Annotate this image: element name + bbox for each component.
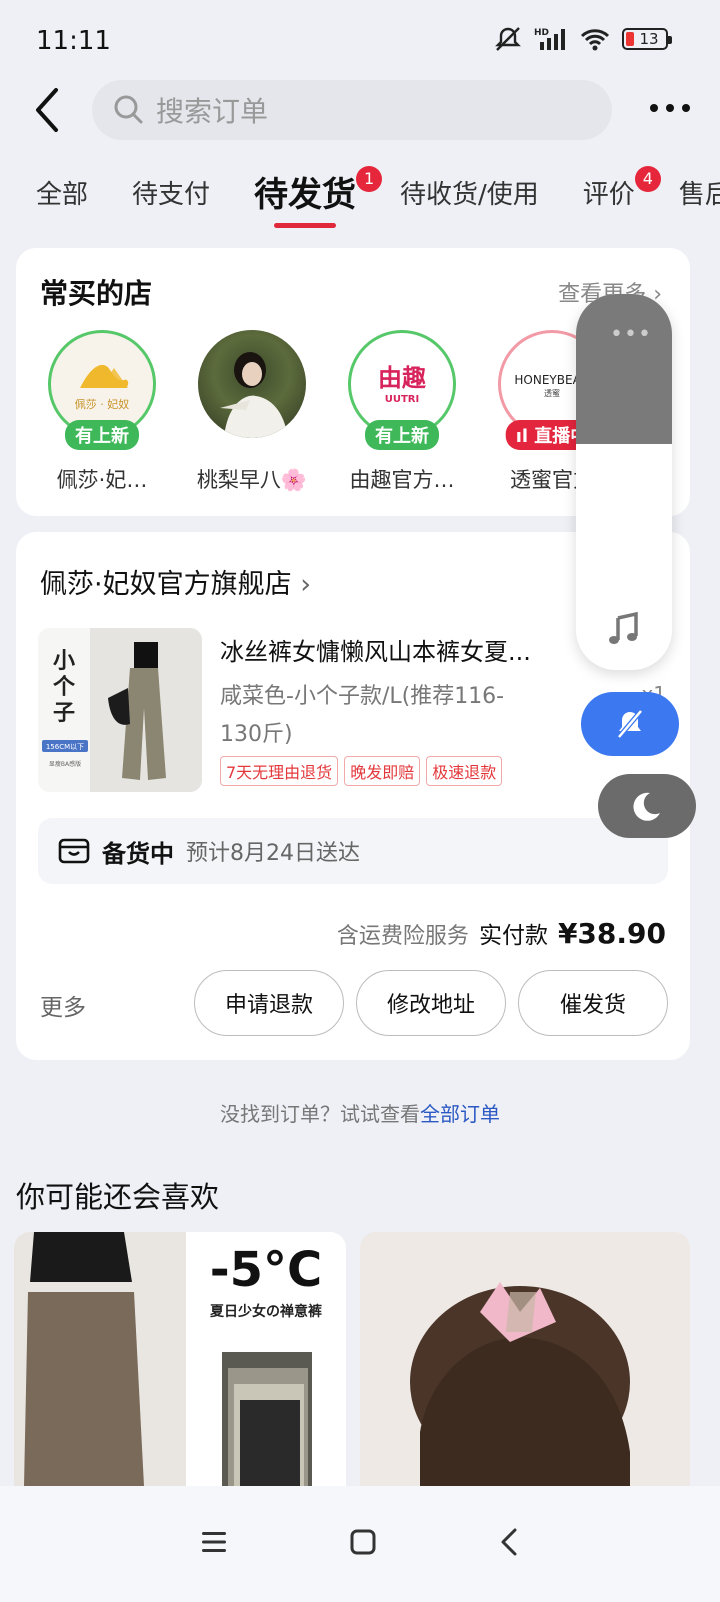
home-icon: [350, 1529, 376, 1555]
status-bar: 11:11 HD 13: [0, 0, 720, 84]
svg-text:子: 子: [53, 701, 75, 726]
recommend-title: 你可能还会喜欢: [16, 1180, 220, 1214]
svg-text:HD: HD: [534, 28, 549, 38]
urge-shipment-button[interactable]: 催发货: [518, 970, 668, 1036]
service-tag: 极速退款: [426, 756, 503, 786]
tab-pending-shipment[interactable]: 待发货 1: [254, 166, 383, 228]
wifi-icon: [580, 27, 610, 51]
new-arrival-tag: 有上新: [365, 420, 439, 450]
shop-item[interactable]: 桃梨早八🌸: [192, 330, 312, 494]
live-icon: ıl: [515, 426, 535, 447]
panel-handle[interactable]: [576, 294, 672, 444]
tab-pending-payment[interactable]: 待支付: [132, 170, 210, 220]
status-label: 备货中: [102, 839, 174, 868]
svg-text:显瘦BA感版: 显瘦BA感版: [49, 760, 81, 768]
svg-text:UUTRI: UUTRI: [385, 394, 419, 405]
svg-text:个: 个: [53, 675, 76, 700]
chevron-left-icon: [36, 88, 58, 132]
dot-icon: [650, 104, 658, 112]
payment-summary: 含运费险服务 实付款 ¥38.90: [337, 916, 666, 950]
back-button[interactable]: [30, 86, 66, 134]
paid-amount: ¥38.90: [557, 917, 666, 950]
package-icon: [58, 838, 90, 864]
svg-text:夏日少女の禅意裤: 夏日少女の禅意裤: [210, 1303, 322, 1320]
bell-off-icon: [617, 709, 643, 739]
drag-dots-icon: •••: [610, 322, 652, 347]
delivery-eta: 预计8月24日送达: [186, 841, 360, 866]
paid-label: 实付款: [478, 923, 548, 949]
not-found-hint: 没找到订单？试试查看全部订单: [220, 1102, 500, 1126]
tab-badge: 1: [356, 166, 383, 192]
svg-text:-5°C: -5°C: [210, 1242, 323, 1298]
system-nav-bar: [0, 1486, 720, 1602]
shop-item[interactable]: 由趣 UUTRI 有上新 由趣官方…: [342, 330, 462, 494]
service-tag: 晚发即赔: [344, 756, 421, 786]
mute-toggle[interactable]: [581, 692, 679, 756]
status-icons: HD 13: [494, 26, 672, 52]
order-list-page: 11:11 HD 13 搜索订单 全部 待支付 待发货 1 待收货/使用 评价 4 …: [0, 0, 720, 1602]
new-arrival-tag: 有上新: [65, 420, 139, 450]
chevron-right-icon: ›: [300, 569, 311, 600]
tab-pending-receipt[interactable]: 待收货/使用: [400, 170, 539, 220]
insurance-note: 含运费险服务: [336, 924, 469, 949]
moon-icon: [633, 792, 660, 821]
svg-text:156CM以下: 156CM以下: [46, 743, 84, 751]
menu-nav-button[interactable]: [200, 1529, 228, 1559]
night-mode-toggle[interactable]: [598, 774, 696, 838]
battery-icon: 13: [622, 28, 672, 50]
home-nav-button[interactable]: [349, 1528, 377, 1560]
shop-logo: 由趣 UUTRI 有上新: [348, 330, 456, 450]
shop-avatar: [198, 330, 306, 438]
shipping-status[interactable]: 备货中 预计8月24日送达: [38, 818, 668, 884]
tab-after-sales[interactable]: 售后: [679, 170, 720, 220]
svg-text:佩莎 · 妃奴: 佩莎 · 妃奴: [75, 397, 130, 411]
product-image[interactable]: 小 个 子 156CM以下 显瘦BA感版: [38, 628, 202, 792]
back-nav-button[interactable]: [498, 1527, 520, 1561]
order-actions: 申请退款 修改地址 催发货: [194, 970, 668, 1036]
product-spec: 咸菜色-小个子款/L(推荐116-130斤): [220, 684, 505, 747]
tab-badge: 4: [634, 166, 661, 192]
request-refund-button[interactable]: 申请退款: [194, 970, 344, 1036]
shop-name: 桃梨早八🌸: [196, 468, 308, 492]
order-tabs: 全部 待支付 待发货 1 待收货/使用 评价 4 售后: [36, 166, 720, 228]
shop-name: 由趣官方…: [349, 468, 455, 492]
shop-name: 佩莎·妃…: [56, 468, 148, 492]
svg-text:由趣: 由趣: [378, 364, 427, 392]
menu-icon: [202, 1532, 227, 1552]
svg-text:透蜜: 透蜜: [544, 388, 560, 398]
tab-review[interactable]: 评价 4: [583, 166, 661, 220]
music-icon[interactable]: [606, 611, 642, 652]
mute-status-icon: [494, 26, 522, 52]
service-tags: 7天无理由退货 晚发即赔 极速退款: [220, 756, 503, 786]
search-icon: [114, 95, 143, 124]
dot-icon: [666, 104, 674, 112]
recommend-item[interactable]: [360, 1232, 690, 1486]
search-placeholder: 搜索订单: [156, 95, 269, 128]
service-tag: 7天无理由退货: [220, 756, 339, 786]
tab-all[interactable]: 全部: [36, 170, 88, 220]
dot-icon: [682, 104, 690, 112]
search-input[interactable]: 搜索订单: [92, 80, 612, 140]
more-options-button[interactable]: [650, 98, 690, 118]
store-name-link[interactable]: 佩莎·妃奴官方旗舰店 ›: [40, 562, 311, 601]
shop-logo: 佩莎 · 妃奴 有上新: [48, 330, 156, 450]
section-title: 常买的店: [40, 277, 153, 310]
change-address-button[interactable]: 修改地址: [356, 970, 506, 1036]
signal-icon: HD: [534, 26, 568, 52]
all-orders-link[interactable]: 全部订单: [420, 1102, 500, 1126]
product-title[interactable]: 冰丝裤女慵懒风山本裤女夏...: [220, 632, 560, 667]
clock: 11:11: [36, 26, 111, 56]
back-nav-icon: [501, 1528, 517, 1556]
more-actions-link[interactable]: 更多: [40, 988, 86, 1022]
shop-item[interactable]: 佩莎 · 妃奴 有上新 佩莎·妃…: [42, 330, 162, 494]
recommend-item[interactable]: -5°C 夏日少女の禅意裤: [14, 1232, 346, 1486]
floating-control-panel[interactable]: •••: [576, 294, 672, 670]
svg-text:小: 小: [53, 649, 75, 674]
